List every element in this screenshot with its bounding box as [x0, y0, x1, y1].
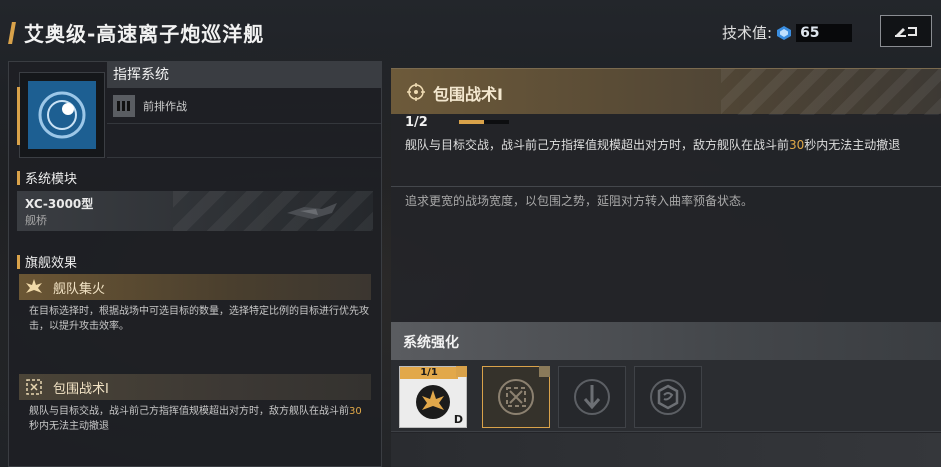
crosshair-icon	[407, 83, 425, 101]
tech-value: 65	[796, 23, 853, 42]
effect-desc-after: 秒内无法主动撤退	[29, 421, 109, 432]
system-module-card[interactable]: XC-3000型 舰桥	[17, 191, 373, 231]
detail-description: 舰队与目标交战，战斗前己方指挥值规模超出对方时，敌方舰队在战斗前30秒内无法主动…	[405, 136, 933, 155]
crown-burst-icon	[416, 385, 450, 419]
effect-row-encircle[interactable]: 包围战术Ⅰ	[19, 374, 371, 400]
tech-crystal-icon	[777, 25, 792, 40]
system-module-sub: 舰桥	[25, 214, 47, 227]
detail-title: 包围战术Ⅰ	[433, 85, 503, 104]
title-bar: 艾奥级-高速离子炮巡洋舰	[8, 18, 265, 47]
tech-label: 技术值:	[722, 24, 773, 42]
detail-desc-before: 舰队与目标交战，战斗前己方指挥值规模超出对方时，敌方舰队在战斗前	[405, 138, 790, 152]
detail-panel: 包围战术Ⅰ 1/2 舰队与目标交战，战斗前己方指挥值规模超出对方时，敌方舰队在战…	[391, 68, 941, 467]
command-system-header: 指挥系统	[107, 62, 381, 88]
system-module-heading: 系统模块	[17, 168, 77, 187]
effect-row-fleet-focus[interactable]: 舰队集火	[19, 274, 371, 300]
page-title: 艾奥级-高速离子炮巡洋舰	[24, 22, 265, 46]
detail-header: 包围战术Ⅰ	[391, 68, 941, 115]
hex-swirl-icon	[650, 379, 686, 415]
enhancement-slot-owned[interactable]: 1/1 D	[399, 366, 467, 428]
slot-grade: D	[453, 413, 463, 426]
level-indicator: 1/2	[405, 115, 428, 130]
back-arrow-icon	[895, 27, 917, 37]
module-thumbnail[interactable]	[17, 72, 105, 158]
command-tag-row: 前排作战	[107, 88, 381, 124]
rank-marker-icon	[539, 366, 550, 377]
system-module-name: XC-3000型	[25, 197, 94, 211]
detail-desc-highlight: 30	[789, 138, 805, 152]
flagship-effect-heading: 旗舰效果	[17, 252, 77, 271]
detail-desc-after: 秒内无法主动撤退	[804, 138, 901, 152]
module-image	[28, 81, 96, 149]
enhancement-slot-locked[interactable]	[558, 366, 626, 428]
header-stripes	[721, 69, 941, 115]
enhancement-title: 系统强化	[403, 335, 459, 351]
effect-description: 在目标选择时，根据战场中可选目标的数量，选择特定比例的目标进行优先攻击，以提升攻…	[29, 306, 369, 332]
ship-info-panel: 指挥系统 前排作战 系统模块 XC-3000型 舰桥 旗舰效果 舰队集火 在目标…	[8, 61, 382, 467]
selection-marker	[17, 87, 20, 145]
back-button[interactable]	[880, 15, 932, 47]
heading-accent	[17, 170, 20, 185]
level-progress-bar	[459, 120, 509, 124]
level-progress-fill	[459, 120, 484, 124]
effect-desc-highlight: 30	[349, 406, 362, 417]
frontline-icon	[113, 94, 135, 117]
fleet-focus-icon	[23, 276, 45, 298]
divider	[391, 186, 941, 187]
rank-marker-icon	[456, 366, 467, 377]
effect-title: 包围战术Ⅰ	[53, 381, 109, 397]
slot-count: 1/1	[400, 367, 458, 379]
command-tag-label: 前排作战	[143, 99, 187, 113]
system-module-title: 系统模块	[25, 172, 78, 187]
title-accent	[8, 21, 16, 44]
command-empty-row	[107, 124, 381, 158]
enhancement-slot-locked[interactable]	[634, 366, 702, 428]
effect-desc-before: 舰队与目标交战，战斗前己方指挥值规模超出对方时，敌方舰队在战斗前	[29, 406, 349, 417]
detail-flavor-text: 追求更宽的战场宽度，以包围之势，延阻对方转入曲率预备状态。	[405, 194, 754, 208]
down-arrow-icon	[574, 379, 610, 415]
encircle-icon	[498, 379, 534, 415]
enhancement-footer	[391, 433, 941, 467]
module-silhouette-icon	[287, 203, 337, 219]
effect-title: 舰队集火	[53, 281, 106, 297]
card-stripes	[173, 191, 373, 231]
tech-value-display: 技术值: 65	[722, 22, 853, 43]
enhancement-slot-selected[interactable]	[482, 366, 550, 428]
effect-description: 舰队与目标交战，战斗前己方指挥值规模超出对方时，敌方舰队在战斗前30 秒内无法主动…	[29, 404, 369, 434]
enhancement-header: 系统强化	[391, 322, 941, 360]
enhancement-slots: 1/1 D	[391, 360, 941, 432]
targeting-reticle-icon	[38, 91, 86, 139]
heading-accent	[17, 254, 20, 269]
flagship-effect-title: 旗舰效果	[25, 256, 78, 271]
encircle-icon	[23, 376, 45, 398]
